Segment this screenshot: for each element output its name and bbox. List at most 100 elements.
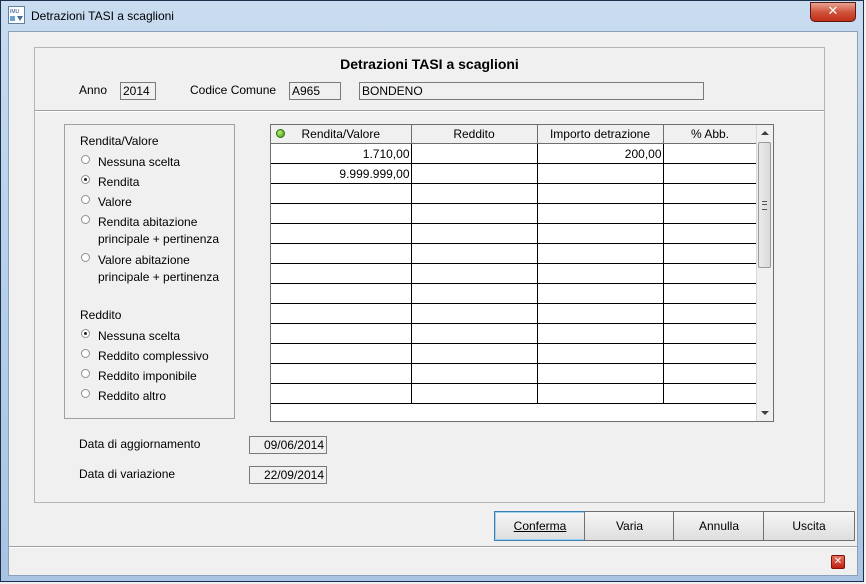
- anno-field[interactable]: 2014: [120, 82, 156, 100]
- data-variazione-label: Data di variazione: [79, 467, 176, 481]
- app-window: IMU Detrazioni TASI a scaglioni ✕ Detraz…: [0, 0, 864, 582]
- uscita-button[interactable]: Uscita: [763, 511, 855, 541]
- table-cell[interactable]: [537, 243, 664, 264]
- table-cell[interactable]: [663, 303, 758, 324]
- rendita-group-title: Rendita/Valore: [80, 134, 159, 148]
- table-cell[interactable]: [537, 223, 664, 244]
- table-cell[interactable]: [271, 323, 412, 344]
- table-cell[interactable]: [663, 323, 758, 344]
- table-cell[interactable]: [663, 223, 758, 244]
- table-cell[interactable]: [411, 223, 538, 244]
- table-row[interactable]: [271, 383, 758, 404]
- table-cell[interactable]: [271, 283, 412, 304]
- table-cell[interactable]: [411, 263, 538, 284]
- col-header-reddito[interactable]: Reddito: [411, 125, 538, 144]
- col-header-rendita[interactable]: Rendita/Valore: [271, 125, 412, 144]
- table-cell[interactable]: [663, 363, 758, 384]
- data-aggiornamento-label: Data di aggiornamento: [79, 437, 201, 451]
- table-cell[interactable]: [537, 203, 664, 224]
- col-header-importo[interactable]: Importo detrazione: [537, 125, 664, 144]
- table-cell[interactable]: [537, 183, 664, 204]
- table-cell[interactable]: [271, 363, 412, 384]
- table-row[interactable]: [271, 263, 758, 284]
- table-cell[interactable]: [411, 243, 538, 264]
- table-cell[interactable]: [537, 383, 664, 404]
- grid-scrollbar[interactable]: [756, 125, 773, 421]
- col-header-label: Rendita/Valore: [301, 127, 381, 141]
- table-cell[interactable]: [537, 283, 664, 304]
- main-panel: Detrazioni TASI a scaglioni Anno 2014 Co…: [34, 47, 825, 503]
- table-cell[interactable]: [271, 203, 412, 224]
- table-cell[interactable]: [411, 383, 538, 404]
- table-cell[interactable]: [663, 203, 758, 224]
- table-cell[interactable]: [663, 243, 758, 264]
- radio-label: Reddito altro: [98, 389, 167, 403]
- table-cell[interactable]: [537, 163, 664, 184]
- varia-button[interactable]: Varia: [584, 511, 675, 541]
- table-cell[interactable]: [663, 263, 758, 284]
- table-row[interactable]: [271, 323, 758, 344]
- table-cell[interactable]: [411, 343, 538, 364]
- table-cell[interactable]: [411, 303, 538, 324]
- radio-icon: [81, 253, 90, 262]
- conferma-button[interactable]: Conferma: [494, 511, 586, 541]
- comune-name-field[interactable]: BONDENO: [359, 82, 704, 100]
- table-cell[interactable]: [271, 303, 412, 324]
- table-cell[interactable]: [411, 363, 538, 384]
- table-row[interactable]: [271, 243, 758, 264]
- table-cell[interactable]: [411, 283, 538, 304]
- reddito-group-title: Reddito: [80, 308, 122, 322]
- table-cell[interactable]: [271, 263, 412, 284]
- table-cell[interactable]: [271, 183, 412, 204]
- col-header-abb[interactable]: % Abb.: [663, 125, 758, 144]
- detrazioni-grid[interactable]: Rendita/Valore Reddito Importo detrazion…: [270, 124, 774, 422]
- data-aggiornamento-field[interactable]: 09/06/2014: [249, 436, 327, 454]
- table-row[interactable]: [271, 183, 758, 204]
- table-cell[interactable]: [271, 223, 412, 244]
- table-cell[interactable]: [663, 183, 758, 204]
- table-cell[interactable]: [271, 383, 412, 404]
- table-cell[interactable]: [663, 343, 758, 364]
- table-cell[interactable]: [537, 343, 664, 364]
- grid-body: 1.710,00 200,00 9.999.999,00: [271, 143, 758, 404]
- table-row[interactable]: 1.710,00 200,00: [271, 143, 758, 164]
- table-cell[interactable]: [537, 303, 664, 324]
- table-row[interactable]: [271, 203, 758, 224]
- table-row[interactable]: [271, 223, 758, 244]
- table-cell[interactable]: [663, 283, 758, 304]
- table-row[interactable]: 9.999.999,00: [271, 163, 758, 184]
- table-cell[interactable]: [663, 383, 758, 404]
- table-cell[interactable]: 1.710,00: [271, 143, 412, 164]
- table-cell[interactable]: [271, 343, 412, 364]
- table-cell[interactable]: [411, 163, 538, 184]
- table-cell[interactable]: [411, 323, 538, 344]
- table-cell[interactable]: [271, 243, 412, 264]
- button-label: Uscita: [792, 519, 826, 533]
- table-cell[interactable]: [411, 143, 538, 164]
- annulla-button[interactable]: Annulla: [673, 511, 765, 541]
- table-cell[interactable]: [411, 203, 538, 224]
- radio-label: Nessuna scelta: [98, 155, 181, 169]
- table-cell[interactable]: [537, 363, 664, 384]
- table-cell[interactable]: [411, 183, 538, 204]
- table-cell[interactable]: [663, 143, 758, 164]
- codice-comune-field[interactable]: A965: [289, 82, 341, 100]
- table-cell[interactable]: [663, 163, 758, 184]
- status-close-icon[interactable]: ✕: [831, 555, 845, 569]
- window-close-button[interactable]: ✕: [810, 2, 856, 22]
- title-bar[interactable]: IMU Detrazioni TASI a scaglioni ✕: [1, 1, 865, 31]
- scroll-thumb[interactable]: [758, 142, 771, 268]
- table-cell[interactable]: [537, 323, 664, 344]
- data-variazione-field[interactable]: 22/09/2014: [249, 466, 327, 484]
- scroll-down-icon[interactable]: [761, 411, 769, 415]
- table-cell[interactable]: 9.999.999,00: [271, 163, 412, 184]
- table-row[interactable]: [271, 283, 758, 304]
- table-cell[interactable]: [537, 263, 664, 284]
- table-row[interactable]: [271, 343, 758, 364]
- dialog-client-area: Detrazioni TASI a scaglioni Anno 2014 Co…: [8, 31, 858, 576]
- table-row[interactable]: [271, 303, 758, 324]
- table-cell[interactable]: 200,00: [537, 143, 664, 164]
- table-row[interactable]: [271, 363, 758, 384]
- close-icon: ✕: [827, 4, 839, 19]
- scroll-up-icon[interactable]: [761, 131, 769, 135]
